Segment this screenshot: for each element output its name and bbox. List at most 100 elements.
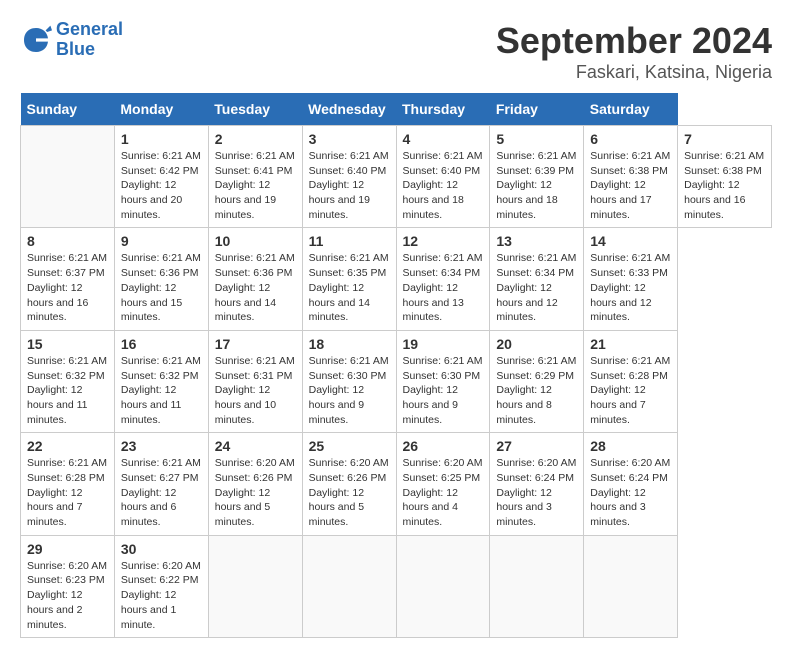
day-number: 23 bbox=[121, 438, 202, 454]
calendar-week-row: 15 Sunrise: 6:21 AM Sunset: 6:32 PM Dayli… bbox=[21, 330, 772, 432]
calendar-cell: 26 Sunrise: 6:20 AM Sunset: 6:25 PM Dayli… bbox=[396, 433, 490, 535]
calendar-cell: 3Sunrise: 6:21 AM Sunset: 6:40 PM Daylig… bbox=[302, 126, 396, 228]
cell-info: Sunrise: 6:21 AM Sunset: 6:39 PM Dayligh… bbox=[496, 149, 577, 222]
calendar-cell bbox=[21, 126, 115, 228]
day-number: 5 bbox=[496, 131, 577, 147]
cell-info: Sunrise: 6:21 AM Sunset: 6:32 PM Dayligh… bbox=[27, 354, 108, 427]
cell-info: Sunrise: 6:21 AM Sunset: 6:35 PM Dayligh… bbox=[309, 251, 390, 324]
location-title: Faskari, Katsina, Nigeria bbox=[496, 62, 772, 83]
calendar-week-row: 29 Sunrise: 6:20 AM Sunset: 6:23 PM Dayli… bbox=[21, 535, 772, 637]
month-title: September 2024 bbox=[496, 20, 772, 62]
calendar-cell: 13Sunrise: 6:21 AM Sunset: 6:34 PM Dayli… bbox=[490, 228, 584, 330]
calendar-cell bbox=[396, 535, 490, 637]
cell-info: Sunrise: 6:21 AM Sunset: 6:40 PM Dayligh… bbox=[403, 149, 484, 222]
header-day-sunday: Sunday bbox=[21, 93, 115, 126]
cell-info: Sunrise: 6:20 AM Sunset: 6:24 PM Dayligh… bbox=[496, 456, 577, 529]
calendar-week-row: 1Sunrise: 6:21 AM Sunset: 6:42 PM Daylig… bbox=[21, 126, 772, 228]
logo-text: General Blue bbox=[56, 20, 123, 60]
logo-icon bbox=[20, 24, 52, 56]
day-number: 26 bbox=[403, 438, 484, 454]
day-number: 20 bbox=[496, 336, 577, 352]
header-day-thursday: Thursday bbox=[396, 93, 490, 126]
calendar-cell: 7 Sunrise: 6:21 AM Sunset: 6:38 PM Daylig… bbox=[678, 126, 772, 228]
calendar-cell: 10 Sunrise: 6:21 AM Sunset: 6:36 PM Dayli… bbox=[208, 228, 302, 330]
day-number: 19 bbox=[403, 336, 484, 352]
calendar-cell: 27 Sunrise: 6:20 AM Sunset: 6:24 PM Dayli… bbox=[490, 433, 584, 535]
header-day-wednesday: Wednesday bbox=[302, 93, 396, 126]
day-number: 28 bbox=[590, 438, 671, 454]
calendar-cell: 24Sunrise: 6:20 AM Sunset: 6:26 PM Dayli… bbox=[208, 433, 302, 535]
cell-info: Sunrise: 6:20 AM Sunset: 6:26 PM Dayligh… bbox=[309, 456, 390, 529]
cell-info: Sunrise: 6:21 AM Sunset: 6:36 PM Dayligh… bbox=[121, 251, 202, 324]
cell-info: Sunrise: 6:21 AM Sunset: 6:38 PM Dayligh… bbox=[684, 149, 765, 222]
header-day-monday: Monday bbox=[114, 93, 208, 126]
calendar-cell: 20 Sunrise: 6:21 AM Sunset: 6:29 PM Dayli… bbox=[490, 330, 584, 432]
calendar-table: SundayMondayTuesdayWednesdayThursdayFrid… bbox=[20, 93, 772, 638]
calendar-cell: 28Sunrise: 6:20 AM Sunset: 6:24 PM Dayli… bbox=[584, 433, 678, 535]
day-number: 29 bbox=[27, 541, 108, 557]
calendar-cell: 30 Sunrise: 6:20 AM Sunset: 6:22 PM Dayli… bbox=[114, 535, 208, 637]
calendar-cell: 21Sunrise: 6:21 AM Sunset: 6:28 PM Dayli… bbox=[584, 330, 678, 432]
title-section: September 2024 Faskari, Katsina, Nigeria bbox=[496, 20, 772, 83]
calendar-cell: 16 Sunrise: 6:21 AM Sunset: 6:32 PM Dayli… bbox=[114, 330, 208, 432]
calendar-cell: 12 Sunrise: 6:21 AM Sunset: 6:34 PM Dayli… bbox=[396, 228, 490, 330]
header-day-saturday: Saturday bbox=[584, 93, 678, 126]
day-number: 6 bbox=[590, 131, 671, 147]
cell-info: Sunrise: 6:21 AM Sunset: 6:29 PM Dayligh… bbox=[496, 354, 577, 427]
logo: General Blue bbox=[20, 20, 123, 60]
day-number: 9 bbox=[121, 233, 202, 249]
day-number: 2 bbox=[215, 131, 296, 147]
day-number: 8 bbox=[27, 233, 108, 249]
day-number: 1 bbox=[121, 131, 202, 147]
day-number: 7 bbox=[684, 131, 765, 147]
day-number: 27 bbox=[496, 438, 577, 454]
calendar-cell: 9 Sunrise: 6:21 AM Sunset: 6:36 PM Daylig… bbox=[114, 228, 208, 330]
calendar-header-row: SundayMondayTuesdayWednesdayThursdayFrid… bbox=[21, 93, 772, 126]
calendar-cell: 1Sunrise: 6:21 AM Sunset: 6:42 PM Daylig… bbox=[114, 126, 208, 228]
cell-info: Sunrise: 6:21 AM Sunset: 6:31 PM Dayligh… bbox=[215, 354, 296, 427]
calendar-cell: 5 Sunrise: 6:21 AM Sunset: 6:39 PM Daylig… bbox=[490, 126, 584, 228]
calendar-cell bbox=[302, 535, 396, 637]
cell-info: Sunrise: 6:21 AM Sunset: 6:41 PM Dayligh… bbox=[215, 149, 296, 222]
cell-info: Sunrise: 6:21 AM Sunset: 6:30 PM Dayligh… bbox=[403, 354, 484, 427]
cell-info: Sunrise: 6:21 AM Sunset: 6:36 PM Dayligh… bbox=[215, 251, 296, 324]
calendar-cell bbox=[584, 535, 678, 637]
day-number: 17 bbox=[215, 336, 296, 352]
day-number: 12 bbox=[403, 233, 484, 249]
day-number: 16 bbox=[121, 336, 202, 352]
calendar-cell: 19 Sunrise: 6:21 AM Sunset: 6:30 PM Dayli… bbox=[396, 330, 490, 432]
calendar-cell: 11 Sunrise: 6:21 AM Sunset: 6:35 PM Dayli… bbox=[302, 228, 396, 330]
calendar-week-row: 22Sunrise: 6:21 AM Sunset: 6:28 PM Dayli… bbox=[21, 433, 772, 535]
cell-info: Sunrise: 6:21 AM Sunset: 6:37 PM Dayligh… bbox=[27, 251, 108, 324]
cell-info: Sunrise: 6:21 AM Sunset: 6:34 PM Dayligh… bbox=[403, 251, 484, 324]
cell-info: Sunrise: 6:20 AM Sunset: 6:26 PM Dayligh… bbox=[215, 456, 296, 529]
calendar-cell: 2 Sunrise: 6:21 AM Sunset: 6:41 PM Daylig… bbox=[208, 126, 302, 228]
day-number: 22 bbox=[27, 438, 108, 454]
calendar-cell: 6 Sunrise: 6:21 AM Sunset: 6:38 PM Daylig… bbox=[584, 126, 678, 228]
day-number: 10 bbox=[215, 233, 296, 249]
calendar-cell: 4 Sunrise: 6:21 AM Sunset: 6:40 PM Daylig… bbox=[396, 126, 490, 228]
cell-info: Sunrise: 6:21 AM Sunset: 6:38 PM Dayligh… bbox=[590, 149, 671, 222]
day-number: 30 bbox=[121, 541, 202, 557]
header-day-friday: Friday bbox=[490, 93, 584, 126]
header-day-tuesday: Tuesday bbox=[208, 93, 302, 126]
day-number: 18 bbox=[309, 336, 390, 352]
calendar-cell bbox=[490, 535, 584, 637]
day-number: 11 bbox=[309, 233, 390, 249]
cell-info: Sunrise: 6:21 AM Sunset: 6:32 PM Dayligh… bbox=[121, 354, 202, 427]
cell-info: Sunrise: 6:21 AM Sunset: 6:27 PM Dayligh… bbox=[121, 456, 202, 529]
calendar-cell: 25 Sunrise: 6:20 AM Sunset: 6:26 PM Dayli… bbox=[302, 433, 396, 535]
calendar-cell: 14Sunrise: 6:21 AM Sunset: 6:33 PM Dayli… bbox=[584, 228, 678, 330]
calendar-week-row: 8 Sunrise: 6:21 AM Sunset: 6:37 PM Daylig… bbox=[21, 228, 772, 330]
cell-info: Sunrise: 6:21 AM Sunset: 6:40 PM Dayligh… bbox=[309, 149, 390, 222]
day-number: 15 bbox=[27, 336, 108, 352]
cell-info: Sunrise: 6:20 AM Sunset: 6:25 PM Dayligh… bbox=[403, 456, 484, 529]
day-number: 4 bbox=[403, 131, 484, 147]
calendar-cell: 15 Sunrise: 6:21 AM Sunset: 6:32 PM Dayli… bbox=[21, 330, 115, 432]
cell-info: Sunrise: 6:20 AM Sunset: 6:23 PM Dayligh… bbox=[27, 559, 108, 632]
calendar-cell: 22Sunrise: 6:21 AM Sunset: 6:28 PM Dayli… bbox=[21, 433, 115, 535]
calendar-cell bbox=[208, 535, 302, 637]
cell-info: Sunrise: 6:20 AM Sunset: 6:22 PM Dayligh… bbox=[121, 559, 202, 632]
cell-info: Sunrise: 6:21 AM Sunset: 6:33 PM Dayligh… bbox=[590, 251, 671, 324]
day-number: 25 bbox=[309, 438, 390, 454]
